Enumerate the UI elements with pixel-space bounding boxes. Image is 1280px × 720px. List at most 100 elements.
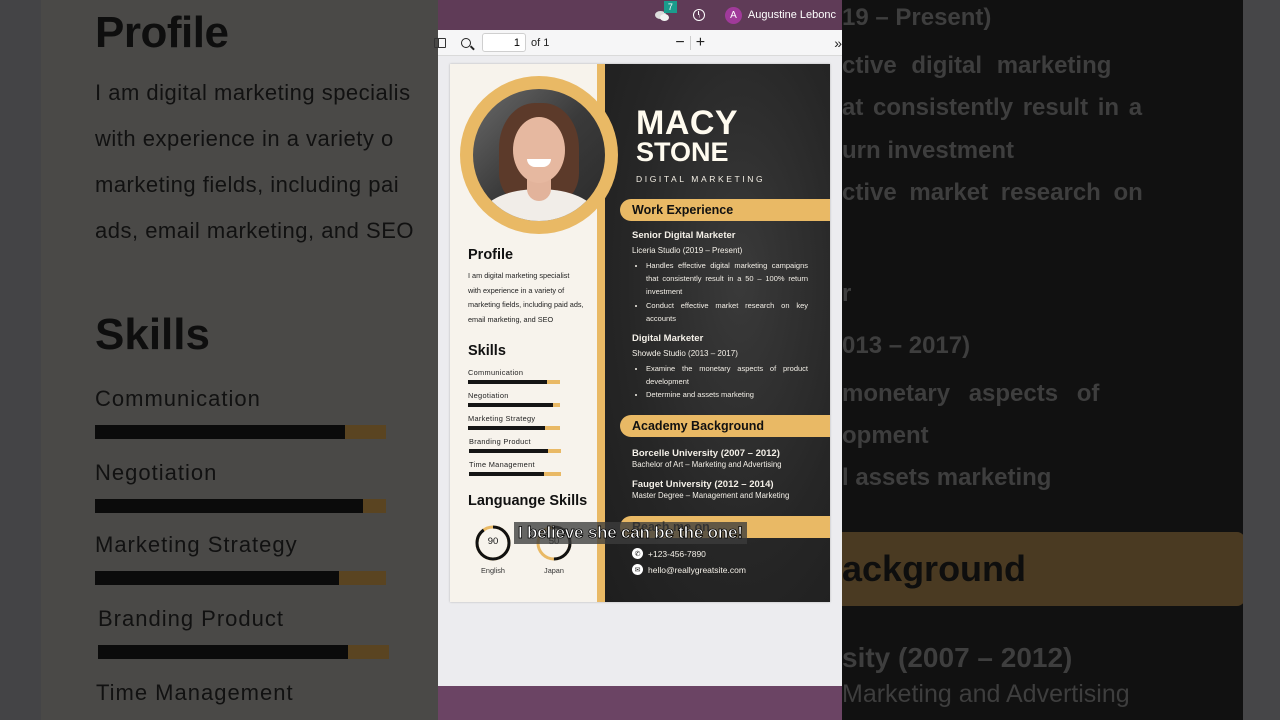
bg-profile-line: ads, email marketing, and SEO	[95, 218, 414, 243]
education-school: Fauget University (2012 – 2014)	[632, 479, 774, 490]
video-frame: Profile I am digital marketing specialis…	[0, 0, 1280, 720]
phone-number: +123-456-7890	[648, 548, 706, 559]
skill-label: Negotiation	[468, 391, 509, 400]
zoom-in-button[interactable]: +	[696, 34, 705, 52]
skill-item: Marketing Strategy	[468, 414, 560, 430]
skill-item: Negotiation	[468, 391, 560, 407]
skill-bar-fill	[469, 449, 549, 453]
bg-text-line: l assets marketing	[842, 464, 1052, 491]
job-company: Liceria Studio (2019 – Present)	[632, 246, 743, 255]
job-bullets: Handles effective digital marketing camp…	[632, 259, 808, 325]
profile-heading: Profile	[468, 247, 514, 263]
bg-skill-label: Marketing Strategy	[95, 532, 298, 557]
contact-phone: ✆ +123-456-7890	[632, 548, 706, 559]
education-entry: Fauget University (2012 – 2014) Master D…	[632, 479, 822, 500]
app-bottom-bar	[438, 686, 842, 720]
education-degree: Bachelor of Art – Marketing and Advertis…	[632, 460, 782, 469]
background-right-zoom: 19 – Present) ctive digital marketing at…	[842, 0, 1280, 720]
job-title: Digital Marketer	[632, 333, 704, 344]
job-bullet: Handles effective digital marketing camp…	[646, 259, 808, 299]
skill-label: Time Management	[469, 460, 535, 469]
education-entry: Borcelle University (2007 – 2012) Bachel…	[632, 448, 822, 469]
video-caption: I believe she can be the one!	[514, 522, 747, 544]
chat-icon-bubble	[659, 14, 669, 21]
job-bullet: Conduct effective market research on key…	[646, 299, 808, 325]
language-skills-heading: Languange Skills	[468, 493, 588, 509]
bg-profile-line: with experience in a variety o	[95, 126, 394, 151]
resume-title: DIGITAL MARKETING	[636, 174, 766, 184]
skill-bar	[469, 449, 561, 453]
bg-skills-heading: Skills	[95, 310, 210, 359]
job-bullets: Examine the monetary aspects of product …	[632, 362, 808, 402]
user-avatar[interactable]: A	[724, 6, 742, 24]
skill-bar	[468, 380, 560, 384]
app-top-bar: 7 A Augustine Lebonc	[438, 0, 842, 30]
skill-label: Communication	[468, 368, 524, 377]
profile-photo	[473, 89, 605, 221]
search-icon[interactable]	[461, 37, 471, 48]
bg-text-line: at consistently result in a	[842, 94, 1143, 121]
email-icon: ✉	[632, 564, 643, 575]
contact-email: ✉ hello@reallygreatsite.com	[632, 564, 746, 575]
skill-item: Branding Product	[469, 437, 561, 453]
skill-bar-fill	[468, 403, 553, 407]
bg-skill-label: Negotiation	[95, 460, 218, 485]
resume-name: MACY STONE	[636, 104, 739, 167]
bg-skill-bar	[95, 499, 386, 513]
bg-skill-fill	[95, 425, 346, 439]
background-edge	[0, 0, 41, 720]
user-name[interactable]: Augustine Lebonc	[748, 9, 836, 21]
page-total: of 1	[531, 36, 550, 49]
bg-text-line: r	[842, 280, 852, 307]
profile-photo-frame	[460, 76, 618, 234]
bg-text-line: ctive market research on	[842, 179, 1143, 206]
bg-text-line: monetary aspects of	[842, 380, 1100, 407]
document-viewer-app: 7 A Augustine Lebonc of 1 − + »	[434, 0, 842, 720]
language-label: Japan	[544, 566, 564, 575]
job-entry: Senior Digital Marketer Liceria Studio (…	[632, 230, 808, 325]
bg-text-line: sity (2007 – 2012)	[842, 642, 1073, 673]
skill-label: Marketing Strategy	[468, 414, 536, 423]
skill-item: Communication	[468, 368, 560, 384]
phone-icon: ✆	[632, 548, 643, 559]
sidebar-toggle-icon[interactable]	[434, 37, 446, 48]
academy-background-heading: Academy Background	[620, 415, 830, 437]
clock-icon[interactable]	[692, 9, 705, 21]
skills-heading: Skills	[468, 343, 506, 359]
skill-label: Branding Product	[469, 437, 531, 446]
zoom-out-button[interactable]: −	[675, 34, 684, 52]
bg-skill-bar	[98, 645, 389, 659]
photo-face	[513, 117, 565, 183]
skill-bar-fill	[468, 380, 548, 384]
bg-profile-heading: Profile	[95, 8, 229, 57]
work-experience-heading: Work Experience	[620, 199, 830, 221]
job-title: Senior Digital Marketer	[632, 230, 736, 241]
name-first: MACY	[636, 104, 739, 142]
skill-bar-fill	[469, 472, 544, 476]
bg-skill-fill	[98, 645, 349, 659]
language-label: English	[481, 566, 505, 575]
more-tools-button[interactable]: »	[834, 35, 842, 51]
profile-text: I am digital marketing specialist with e…	[468, 271, 584, 324]
bg-text-line: 013 – 2017)	[842, 332, 971, 359]
education-degree: Master Degree – Management and Marketing	[632, 491, 790, 500]
page-number-input[interactable]	[482, 33, 526, 52]
bg-text-line: ctive digital marketing	[842, 52, 1112, 79]
pdf-viewport[interactable]: MACY STONE DIGITAL MARKETING Profile I a…	[438, 57, 842, 686]
bg-section-band: ackground	[842, 532, 1245, 606]
bg-scroll-edge	[1243, 0, 1280, 720]
skill-item: Time Management	[469, 460, 561, 476]
skill-bar	[468, 403, 560, 407]
bg-skill-label: Communication	[95, 386, 261, 411]
skill-bar-fill	[468, 426, 546, 430]
messages-button[interactable]: 7	[654, 1, 677, 22]
bg-text-line: Marketing and Advertising	[842, 680, 1130, 708]
bg-text-line: opment	[842, 422, 929, 449]
background-left-zoom: Profile I am digital marketing specialis…	[0, 0, 438, 720]
pdf-toolbar: of 1 − + »	[434, 30, 842, 56]
bg-skill-label: Time Management	[96, 680, 294, 705]
bg-text-line: 19 – Present)	[842, 4, 992, 31]
job-company: Showde Studio (2013 – 2017)	[632, 349, 738, 358]
bg-text-line: urn investment	[842, 137, 1015, 164]
bg-skill-fill	[95, 571, 340, 585]
